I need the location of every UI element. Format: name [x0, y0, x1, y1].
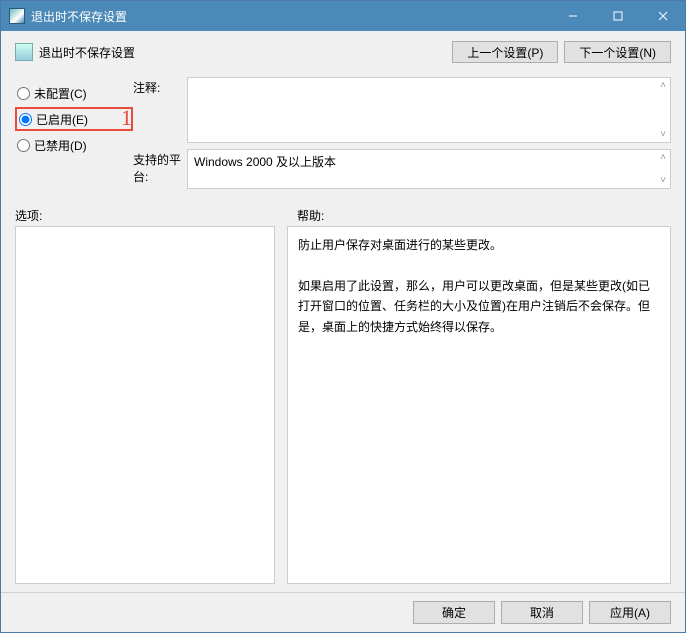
minimize-button[interactable]	[550, 1, 595, 31]
apply-button[interactable]: 应用(A)	[589, 601, 671, 624]
radio-not-configured-input[interactable]	[17, 87, 30, 100]
comment-row: 注释: ˄ ˅	[133, 77, 671, 143]
panels: 防止用户保存对桌面进行的某些更改。 如果启用了此设置，那么，用户可以更改桌面，但…	[15, 226, 671, 584]
radio-enabled-input[interactable]	[19, 113, 32, 126]
app-icon	[9, 8, 25, 24]
ok-button[interactable]: 确定	[413, 601, 495, 624]
scroll-up-icon[interactable]: ˄	[658, 152, 668, 163]
cancel-button[interactable]: 取消	[501, 601, 583, 624]
window-title: 退出时不保存设置	[31, 8, 550, 25]
platform-textbox: Windows 2000 及以上版本 ˄ ˅	[187, 149, 671, 189]
close-button[interactable]	[640, 1, 685, 31]
dialog-window: 退出时不保存设置 退出时不保存设置 上一个设置(P) 下一个设置(N) 未配置(…	[0, 0, 686, 633]
policy-icon	[15, 43, 33, 61]
content-area: 退出时不保存设置 上一个设置(P) 下一个设置(N) 未配置(C) 已启用(E)…	[1, 31, 685, 592]
platform-value: Windows 2000 及以上版本	[194, 155, 336, 169]
radio-disabled-input[interactable]	[17, 139, 30, 152]
platform-row: 支持的平台: Windows 2000 及以上版本 ˄ ˅	[133, 149, 671, 189]
titlebar[interactable]: 退出时不保存设置	[1, 1, 685, 31]
maximize-button[interactable]	[595, 1, 640, 31]
scroll-up-icon[interactable]: ˄	[658, 80, 668, 91]
annotation-marker-1: 1	[121, 105, 132, 131]
scroll-down-icon[interactable]: ˅	[658, 129, 668, 140]
section-labels: 选项: 帮助:	[15, 207, 671, 224]
comment-textbox[interactable]: ˄ ˅	[187, 77, 671, 143]
prev-setting-button[interactable]: 上一个设置(P)	[452, 41, 558, 63]
scroll-down-icon[interactable]: ˅	[658, 175, 668, 186]
mid-column: 注释: ˄ ˅ 支持的平台: Windows 2000 及以上版本 ˄ ˅	[133, 77, 671, 195]
help-paragraph-2: 如果启用了此设置，那么，用户可以更改桌面，但是某些更改(如已打开窗口的位置、任务…	[298, 276, 660, 337]
radio-not-configured[interactable]: 未配置(C)	[15, 81, 133, 105]
help-panel[interactable]: 防止用户保存对桌面进行的某些更改。 如果启用了此设置，那么，用户可以更改桌面，但…	[287, 226, 671, 584]
policy-title: 退出时不保存设置	[39, 44, 446, 61]
state-radios: 未配置(C) 已启用(E) 已禁用(D)	[15, 77, 133, 195]
comment-label: 注释:	[133, 77, 187, 96]
options-label: 选项:	[15, 207, 297, 224]
header-row: 退出时不保存设置 上一个设置(P) 下一个设置(N)	[15, 41, 671, 63]
help-label: 帮助:	[297, 207, 324, 224]
window-controls	[550, 1, 685, 31]
radio-disabled[interactable]: 已禁用(D)	[15, 133, 133, 157]
config-row: 未配置(C) 已启用(E) 已禁用(D) 1 注释: ˄ ˅ 支持的平台: Wi…	[15, 77, 671, 195]
options-panel[interactable]	[15, 226, 275, 584]
footer: 确定 取消 应用(A)	[1, 592, 685, 632]
next-setting-button[interactable]: 下一个设置(N)	[564, 41, 671, 63]
platform-label: 支持的平台:	[133, 149, 187, 185]
help-paragraph-1: 防止用户保存对桌面进行的某些更改。	[298, 235, 660, 255]
radio-enabled[interactable]: 已启用(E)	[15, 107, 133, 131]
